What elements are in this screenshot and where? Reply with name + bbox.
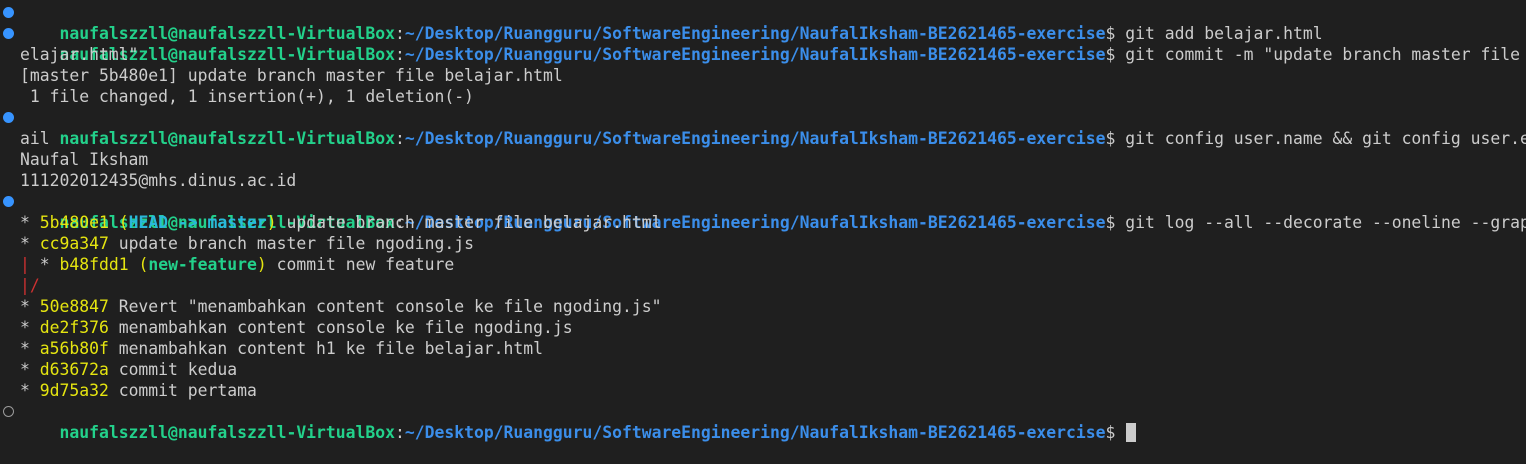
commit-message: menambahkan content h1 ke file belajar.h… <box>108 339 544 358</box>
output-text: 1 file changed, 1 insertion(+), 1 deleti… <box>20 87 474 106</box>
commit-message: commit new feature <box>266 255 455 274</box>
log-entry: * 9d75a32 commit pertama <box>0 380 1526 401</box>
log-entry: * cc9a347 update branch master file ngod… <box>0 233 1526 254</box>
graph-node: * <box>20 381 40 400</box>
terminal-line: 111202012435@mhs.dinus.ac.id <box>0 170 1526 191</box>
terminal-line: naufalszzll@naufalszzll-VirtualBox:~/Des… <box>0 2 1526 43</box>
command-text-wrap: elajar.html" <box>20 45 139 64</box>
terminal-line: Naufal Iksham <box>0 149 1526 170</box>
output-text: [master 5b480e1] update branch master fi… <box>20 66 563 85</box>
commit-message: commit pertama <box>108 381 257 400</box>
ref-open-paren: ( <box>108 213 129 232</box>
prompt-path: ~/Desktop/Ruangguru/SoftwareEngineering/… <box>404 423 1106 442</box>
log-entry: * a56b80f menambahkan content h1 ke file… <box>0 338 1526 359</box>
commit-message: menambahkan content console ke file ngod… <box>108 318 573 337</box>
terminal-window[interactable]: naufalszzll@naufalszzll-VirtualBox:~/Des… <box>0 0 1526 442</box>
graph-node: * <box>20 213 40 232</box>
terminal-cursor[interactable] <box>1126 423 1137 442</box>
commit-hash: 9d75a32 <box>39 381 109 400</box>
terminal-line: naufalszzll@naufalszzll-VirtualBox:~/Des… <box>0 191 1526 232</box>
command-pending-icon[interactable] <box>3 406 14 417</box>
terminal-line: naufalszzll@naufalszzll-VirtualBox:~/Des… <box>0 107 1526 148</box>
terminal-line: elajar.html" <box>0 44 1526 65</box>
commit-hash: a56b80f <box>39 339 109 358</box>
commit-hash: b48fdd1 <box>59 255 129 274</box>
output-text: 111202012435@mhs.dinus.ac.id <box>20 171 297 190</box>
graph-node: * <box>20 339 40 358</box>
terminal-line: naufalszzll@naufalszzll-VirtualBox:~/Des… <box>0 23 1526 64</box>
prompt-colon: : <box>395 423 405 442</box>
output-text: Naufal Iksham <box>20 150 149 169</box>
graph-pipe: | <box>20 255 40 274</box>
log-entry: * 5b480e1 (HEAD -> master) update branch… <box>0 212 1526 233</box>
graph-node: * <box>20 360 40 379</box>
ref-close-paren: ) <box>266 213 277 232</box>
commit-message: commit kedua <box>108 360 238 379</box>
commit-hash: 5b480e1 <box>39 213 109 232</box>
terminal-line: [master 5b480e1] update branch master fi… <box>0 65 1526 86</box>
terminal-line: 1 file changed, 1 insertion(+), 1 deleti… <box>0 86 1526 107</box>
command-success-icon[interactable] <box>3 28 14 39</box>
ref-branch: new-feature <box>148 255 257 274</box>
commit-hash: cc9a347 <box>39 234 109 253</box>
ref-head: HEAD -> master <box>128 213 267 232</box>
ref-close-paren: ) <box>256 255 267 274</box>
ref-open-paren: ( <box>128 255 149 274</box>
graph-node: * <box>20 318 40 337</box>
graph-node: * <box>20 297 40 316</box>
log-entry: | * b48fdd1 (new-feature) commit new fea… <box>0 254 1526 275</box>
command-text-wrap: ail <box>20 129 50 148</box>
commit-hash: 50e8847 <box>39 297 109 316</box>
graph-node: * <box>39 255 60 274</box>
commit-message: update branch master file ngoding.js <box>108 234 474 253</box>
log-merge-line: |/ <box>0 275 1526 296</box>
command-success-icon[interactable] <box>3 112 14 123</box>
graph-merge: |/ <box>20 276 40 295</box>
log-entry: * d63672a commit kedua <box>0 359 1526 380</box>
commit-hash: d63672a <box>39 360 109 379</box>
terminal-line: ail <box>0 128 1526 149</box>
commit-hash: de2f376 <box>39 318 109 337</box>
log-entry: * 50e8847 Revert "menambahkan content co… <box>0 296 1526 317</box>
log-entry: * de2f376 menambahkan content console ke… <box>0 317 1526 338</box>
commit-message: Revert "menambahkan content console ke f… <box>108 297 662 316</box>
command-success-icon[interactable] <box>3 196 14 207</box>
command-success-icon[interactable] <box>3 7 14 18</box>
terminal-line-current[interactable]: naufalszzll@naufalszzll-VirtualBox:~/Des… <box>0 401 1526 442</box>
graph-node: * <box>20 234 40 253</box>
commit-message: update branch master file belajar.html <box>276 213 662 232</box>
prompt-user-host: naufalszzll@naufalszzll-VirtualBox <box>59 423 395 442</box>
prompt-dollar: $ <box>1105 423 1116 442</box>
